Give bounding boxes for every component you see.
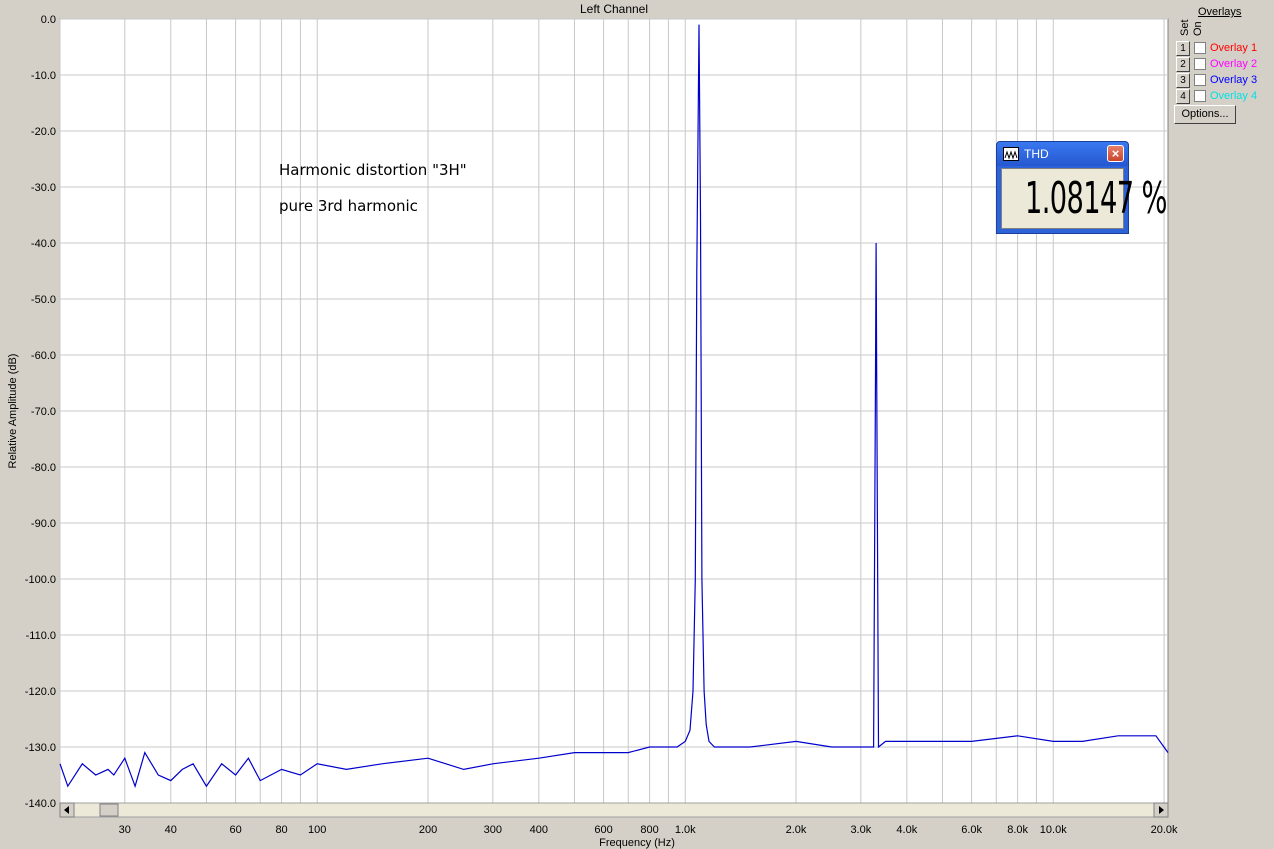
x-tick-label: 4.0k — [896, 824, 917, 836]
y-tick-label: -100.0 — [25, 574, 56, 586]
overlay-1-set-button[interactable]: 1 — [1176, 41, 1190, 56]
x-tick-label: 100 — [308, 824, 326, 836]
overlay-row-1: 1 Overlay 1 — [1176, 41, 1272, 56]
y-tick-label: -50.0 — [31, 294, 56, 306]
x-tick-label: 1.0k — [675, 824, 696, 836]
x-tick-label: 40 — [165, 824, 177, 836]
y-tick-label: -30.0 — [31, 182, 56, 194]
overlay-row-2: 2 Overlay 2 — [1176, 57, 1272, 72]
set-column-header: Set — [1179, 19, 1191, 36]
thd-title-bar[interactable]: THD × — [997, 142, 1128, 166]
on-column-header: On — [1192, 21, 1204, 36]
x-tick-label: 600 — [594, 824, 612, 836]
overlay-2-label: Overlay 2 — [1210, 58, 1258, 70]
x-tick-label: 10.0k — [1040, 824, 1067, 836]
overlay-2-checkbox[interactable] — [1194, 58, 1206, 70]
x-tick-label: 80 — [275, 824, 287, 836]
y-tick-labels: 0.0 -10.0 -20.0 -30.0 -40.0 -50.0 -60.0 -70.0 -8… — [25, 14, 56, 810]
annotation-harmonic-distortion: Harmonic distortion "3H" — [279, 161, 467, 179]
x-tick-label: 3.0k — [850, 824, 871, 836]
overlay-3-set-button[interactable]: 3 — [1176, 73, 1190, 88]
x-tick-label: 30 — [119, 824, 131, 836]
chart-title: Left Channel — [580, 2, 648, 16]
y-tick-label: -110.0 — [26, 630, 56, 642]
y-axis-label: Relative Amplitude (dB) — [7, 354, 19, 469]
overlay-1-label: Overlay 1 — [1210, 42, 1258, 54]
y-tick-label: -90.0 — [31, 518, 56, 530]
x-tick-label: 2.0k — [786, 824, 807, 836]
overlay-row-4: 4 Overlay 4 — [1176, 89, 1272, 104]
x-tick-label: 60 — [229, 824, 241, 836]
options-button[interactable]: Options... — [1174, 105, 1236, 124]
spectrum-chart: Left Channel 0.0 -10.0 -20.0 -30.0 -40.0 -50.… — [7, 2, 1178, 849]
overlay-4-set-button[interactable]: 4 — [1176, 89, 1190, 104]
x-tick-label: 8.0k — [1007, 824, 1028, 836]
overlays-panel: Overlays Set On 1 Overlay 1 2 Overlay 2 … — [1172, 0, 1274, 849]
thd-meter-window: THD × 1.08147 % — [996, 141, 1167, 234]
overlays-title: Overlays — [1198, 6, 1242, 18]
y-tick-label: -40.0 — [31, 238, 56, 250]
overlay-4-label: Overlay 4 — [1210, 90, 1258, 102]
y-tick-label: 0.0 — [41, 14, 56, 26]
y-tick-label: -140.0 — [25, 798, 56, 810]
y-tick-label: -70.0 — [31, 406, 56, 418]
x-tick-label: 400 — [530, 824, 548, 836]
thd-value: 1.08147 % — [1024, 173, 1167, 224]
x-tick-labels: 30 40 60 80 100 200 300 400 600 800 1.0k 2.0k 3.0k 4.… — [119, 824, 1178, 836]
annotation-pure-3rd-harmonic: pure 3rd harmonic — [279, 197, 418, 215]
waveform-icon — [1003, 147, 1019, 161]
overlay-1-checkbox[interactable] — [1194, 42, 1206, 54]
thd-title: THD — [1024, 147, 1049, 161]
overlay-2-set-button[interactable]: 2 — [1176, 57, 1190, 72]
y-tick-label: -10.0 — [31, 70, 56, 82]
horizontal-scrollbar[interactable] — [59, 802, 1169, 818]
y-tick-label: -20.0 — [31, 126, 56, 138]
x-axis-label: Frequency (Hz) — [599, 837, 675, 849]
overlay-3-checkbox[interactable] — [1194, 74, 1206, 86]
overlay-row-3: 3 Overlay 3 — [1176, 73, 1272, 88]
close-icon[interactable]: × — [1107, 145, 1124, 162]
y-tick-label: -60.0 — [31, 350, 56, 362]
y-tick-label: -120.0 — [25, 686, 56, 698]
y-tick-label: -130.0 — [25, 742, 56, 754]
y-tick-label: -80.0 — [31, 462, 56, 474]
thd-display: 1.08147 % — [1001, 168, 1167, 229]
x-tick-label: 6.0k — [961, 824, 982, 836]
overlay-3-label: Overlay 3 — [1210, 74, 1258, 86]
x-tick-label: 800 — [640, 824, 658, 836]
x-tick-label: 200 — [419, 824, 437, 836]
overlay-4-checkbox[interactable] — [1194, 90, 1206, 102]
x-tick-label: 300 — [484, 824, 502, 836]
scroll-thumb[interactable] — [99, 803, 119, 817]
